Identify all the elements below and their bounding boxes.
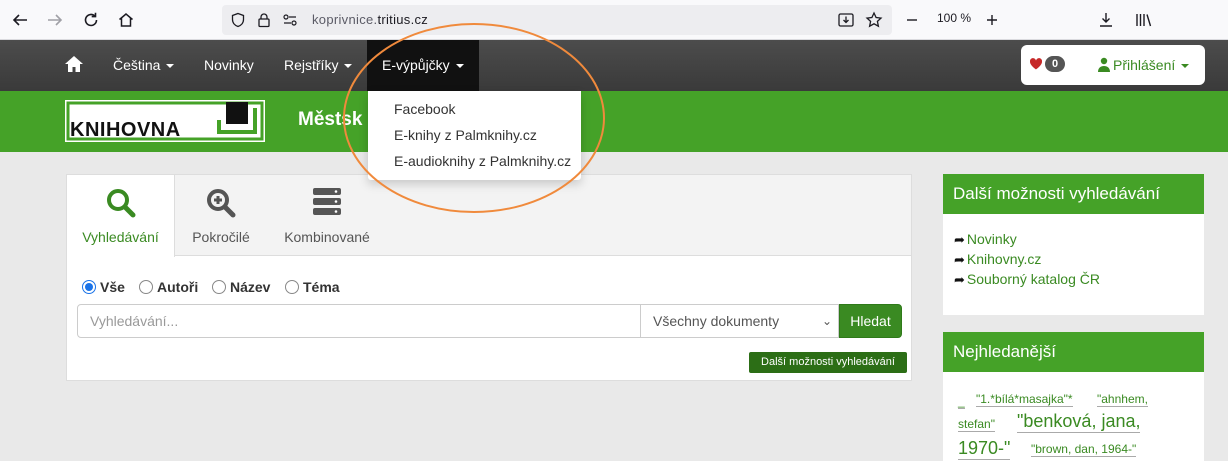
radio-all[interactable]: Vše xyxy=(82,279,125,295)
more-options-box: Další možnosti vyhledávání ➦ Novinky ➦ Kni… xyxy=(943,174,1204,315)
home-icon[interactable] xyxy=(114,8,138,32)
radio-topic-label: Téma xyxy=(303,279,340,295)
tab-combined[interactable]: Kombinované xyxy=(271,175,383,256)
radio-authors[interactable]: Autoři xyxy=(139,279,198,295)
nav-registers-label: Rejstříky xyxy=(284,57,339,73)
tab-combined-label: Kombinované xyxy=(284,229,370,245)
nav-language[interactable]: Čeština xyxy=(113,40,175,91)
page-download-icon[interactable] xyxy=(834,8,858,32)
url-host: koprivnice. xyxy=(312,12,378,27)
permissions-icon[interactable] xyxy=(278,8,302,32)
radio-topic[interactable]: Téma xyxy=(285,279,340,295)
nav-language-label: Čeština xyxy=(113,57,161,73)
radio-title[interactable]: Název xyxy=(212,279,270,295)
url-text: koprivnice.tritius.cz xyxy=(312,12,428,27)
menu-item-ebooks[interactable]: E-knihy z Palmknihy.cz xyxy=(368,124,581,150)
zoom-level[interactable]: 100 % xyxy=(937,11,971,25)
lock-icon[interactable] xyxy=(252,8,276,32)
library-logo[interactable]: KNIHOVNA xyxy=(65,100,265,142)
nav-news[interactable]: Novinky xyxy=(204,40,254,91)
search-button[interactable]: Hledat xyxy=(839,304,902,338)
radio-all-label: Vše xyxy=(100,279,125,295)
chevron-down-icon: ⌄ xyxy=(821,314,832,328)
login-button[interactable]: Přihlášení xyxy=(1113,57,1190,73)
tab-advanced[interactable]: Pokročilé xyxy=(175,175,267,256)
zoom-out-icon[interactable] xyxy=(900,8,924,32)
library-icon[interactable] xyxy=(1132,8,1156,32)
tag-item[interactable]: "brown, dan, 1964-" xyxy=(1031,442,1137,457)
tag-item[interactable]: stefan" xyxy=(958,417,995,432)
radio-title-label: Název xyxy=(230,279,271,295)
server-icon xyxy=(271,187,383,219)
login-label: Přihlášení xyxy=(1113,57,1176,73)
link-union-catalog[interactable]: ➦ Souborný katalog ČR xyxy=(954,271,1100,288)
share-arrow-icon: ➦ xyxy=(954,232,965,247)
menu-item-audiobooks[interactable]: E-audioknihy z Palmknihy.cz xyxy=(368,150,581,176)
tab-advanced-label: Pokročilé xyxy=(192,229,250,245)
home-nav-icon[interactable] xyxy=(64,40,84,91)
document-type-value: Všechny dokumenty xyxy=(653,313,780,329)
tab-search[interactable]: Vyhledávání xyxy=(67,175,175,257)
share-arrow-icon: ➦ xyxy=(954,272,965,287)
search-icon xyxy=(67,187,174,219)
search-panel: Vyhledávání Pokročilé Kombinované Vše Au… xyxy=(66,174,912,381)
more-search-options-button[interactable]: Další možnosti vyhledávání xyxy=(749,352,907,373)
e-loans-dropdown-menu: Facebook E-knihy z Palmknihy.cz E-audiok… xyxy=(368,91,581,180)
site-title: Městsk xyxy=(298,109,363,130)
reload-icon[interactable] xyxy=(79,8,103,32)
link-knihovny[interactable]: ➦ Knihovny.cz xyxy=(954,251,1041,268)
search-tabs: Vyhledávání Pokročilé Kombinované xyxy=(67,175,911,257)
heart-icon[interactable] xyxy=(1029,57,1043,76)
menu-item-facebook[interactable]: Facebook xyxy=(368,98,581,124)
tag-item[interactable]: 1970-" xyxy=(958,438,1011,460)
tag-item[interactable]: "ahnhem, xyxy=(1097,392,1148,407)
chevron-down-icon xyxy=(344,64,353,69)
radio-authors-label: Autoři xyxy=(157,279,199,295)
zoom-in-icon[interactable] xyxy=(980,8,1004,32)
link-knihovny-label: Knihovny.cz xyxy=(966,251,1042,267)
forward-icon[interactable] xyxy=(43,8,67,32)
chevron-down-icon xyxy=(166,64,175,69)
logo-text: KNIHOVNA xyxy=(70,119,181,141)
most-searched-title: Nejhledanější xyxy=(943,332,1204,372)
tab-search-label: Vyhledávání xyxy=(82,229,159,245)
tag-item[interactable]: _ xyxy=(958,394,965,409)
share-arrow-icon: ➦ xyxy=(954,252,965,267)
nav-registers[interactable]: Rejstříky xyxy=(284,40,353,91)
radio-authors-circle[interactable] xyxy=(139,280,153,294)
search-input[interactable] xyxy=(77,304,641,338)
more-options-title: Další možnosti vyhledávání xyxy=(943,174,1204,214)
url-bar[interactable]: koprivnice.tritius.cz xyxy=(222,5,892,35)
user-icon xyxy=(1097,57,1111,77)
browser-toolbar: koprivnice.tritius.cz 100 % xyxy=(0,0,1228,40)
tag-item[interactable]: "1.*bílá*masajka"* xyxy=(976,392,1073,407)
url-domain: tritius.cz xyxy=(377,12,429,27)
favorites-count-badge[interactable]: 0 xyxy=(1045,56,1066,72)
chevron-down-icon xyxy=(1181,64,1190,69)
document-type-select[interactable]: Všechny dokumenty ⌄ xyxy=(640,304,839,338)
most-searched-box: Nejhledanější _ "1.*bílá*masajka"* "ahnh… xyxy=(943,332,1204,461)
nav-e-loans[interactable]: E-výpůjčky xyxy=(367,40,479,91)
nav-e-loans-label: E-výpůjčky xyxy=(382,57,450,73)
link-news-label: Novinky xyxy=(966,231,1017,247)
nav-news-label: Novinky xyxy=(204,57,254,73)
user-box: 0 Přihlášení xyxy=(1021,45,1205,85)
radio-all-circle[interactable] xyxy=(82,280,96,294)
back-icon[interactable] xyxy=(8,8,32,32)
radio-title-circle[interactable] xyxy=(212,280,226,294)
zoom-plus-icon xyxy=(175,187,267,219)
bookmark-star-icon[interactable] xyxy=(862,8,886,32)
link-union-catalog-label: Souborný katalog ČR xyxy=(966,271,1100,287)
chevron-down-icon xyxy=(455,64,464,69)
downloads-icon[interactable] xyxy=(1094,8,1118,32)
radio-topic-circle[interactable] xyxy=(285,280,299,294)
shield-icon[interactable] xyxy=(226,8,250,32)
tag-item[interactable]: "benková, jana, xyxy=(1017,411,1141,433)
link-news[interactable]: ➦ Novinky xyxy=(954,231,1017,248)
